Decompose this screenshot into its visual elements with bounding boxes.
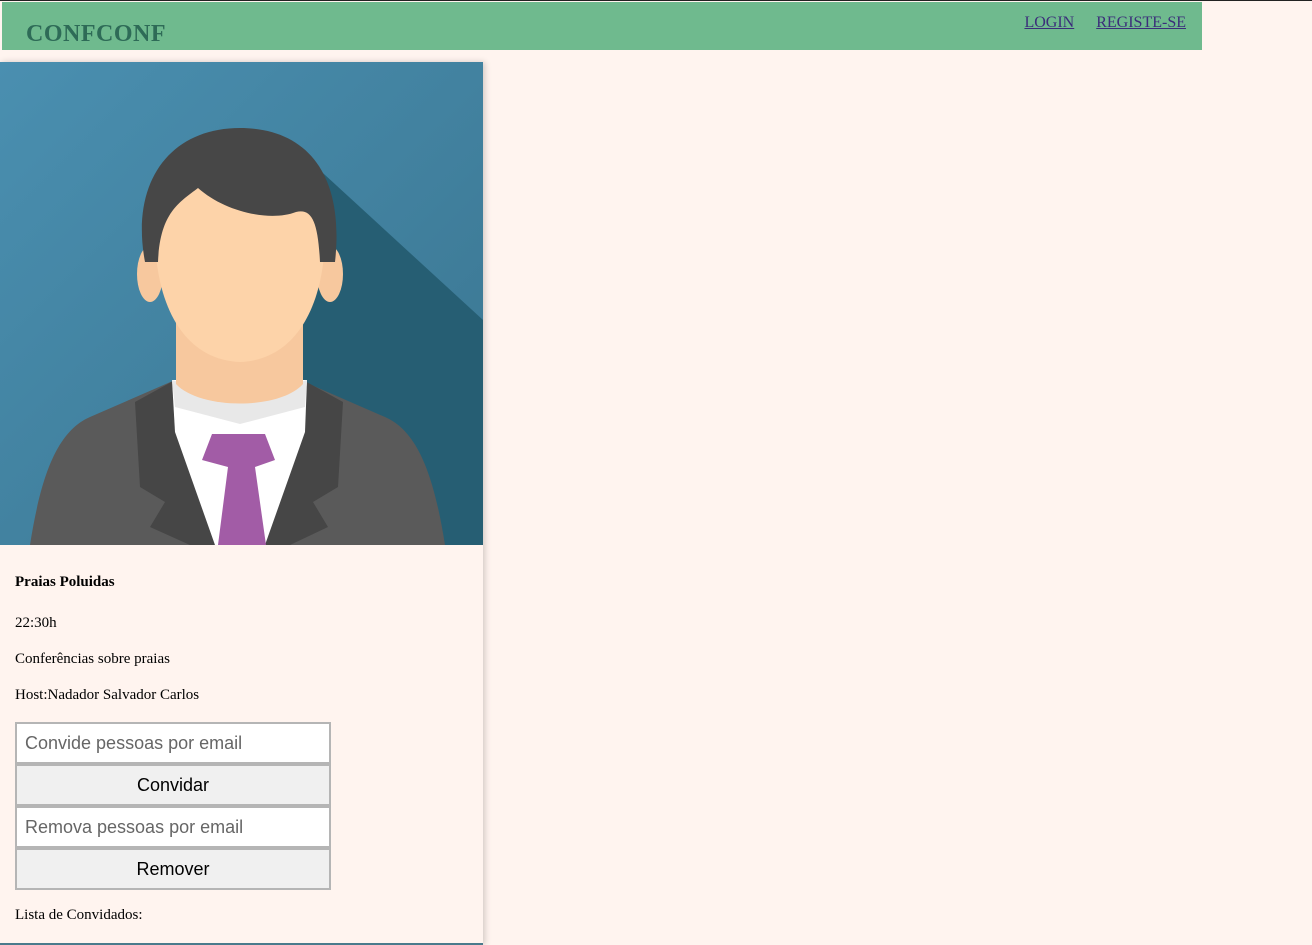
guest-list-label: Lista de Convidados:	[15, 907, 143, 923]
event-title: Praias Poluidas	[15, 574, 115, 590]
register-link[interactable]: REGISTE-SE	[1096, 14, 1186, 31]
event-description: Conferências sobre praias	[15, 651, 170, 667]
navbar: CONFCONF LOGIN REGISTE-SE	[2, 2, 1202, 50]
event-card: Praias Poluidas 22:30h Conferências sobr…	[0, 62, 483, 945]
remove-button[interactable]: Remover	[15, 848, 331, 890]
login-link[interactable]: LOGIN	[1024, 14, 1074, 31]
top-border	[0, 0, 1312, 1]
host-avatar-image	[0, 62, 483, 545]
brand-logo[interactable]: CONFCONF	[26, 21, 166, 48]
remove-email-input[interactable]	[15, 806, 331, 848]
event-host: Host:Nadador Salvador Carlos	[15, 687, 200, 703]
nav-links: LOGIN REGISTE-SE	[1006, 14, 1186, 32]
invite-button[interactable]: Convidar	[15, 764, 331, 806]
invite-email-input[interactable]	[15, 722, 331, 764]
event-time: 22:30h	[15, 615, 57, 631]
